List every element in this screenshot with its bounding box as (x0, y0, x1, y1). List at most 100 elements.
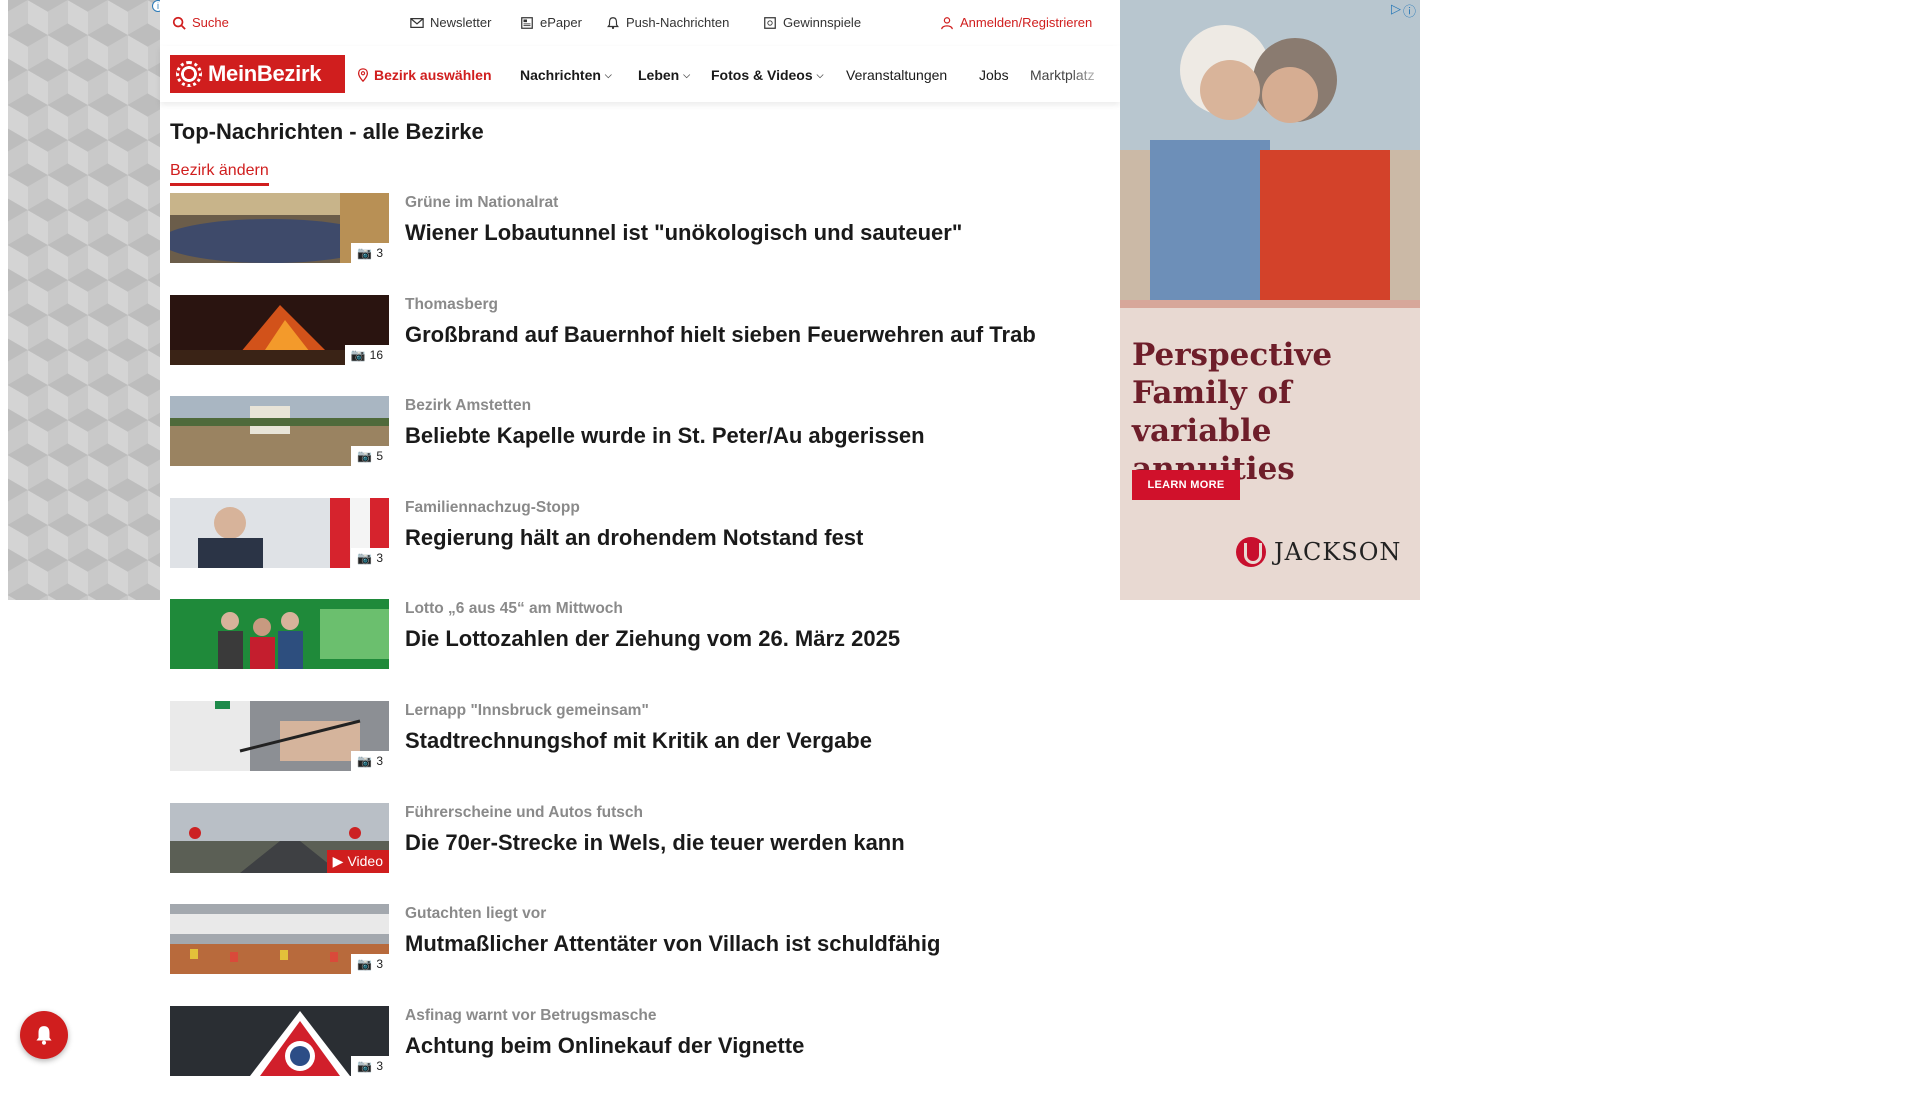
images-icon: 📷 (357, 550, 373, 565)
main-column: Suche Newsletter ePaper Push-Nachrichten… (160, 0, 1120, 1080)
video-badge: ▶ Video (326, 849, 389, 873)
images-icon: 📷 (357, 1058, 373, 1073)
images-icon: 📷 (357, 246, 373, 260)
image-count: 3 (376, 1058, 383, 1073)
newsletter-label: Newsletter (430, 15, 492, 30)
article-kicker: Thomasberg (405, 295, 499, 313)
article-headline[interactable]: Stadtrechnungshof mit Kritik an der Verg… (405, 728, 872, 754)
nav-fotos-videos[interactable]: Fotos & Videos ⌵ (711, 67, 823, 83)
article-headline[interactable]: Beliebte Kapelle wurde in St. Peter/Au a… (405, 423, 925, 449)
article-item[interactable]: 📷 5 Bezirk Amstetten Beliebte Kapelle wur… (170, 396, 1110, 498)
article-thumbnail[interactable]: 📷 3 (170, 904, 389, 975)
image-count-badge: 📷 3 (351, 954, 389, 975)
article-kicker: Lotto „6 aus 45“ am Mittwoch (405, 600, 623, 618)
newspaper-icon (521, 16, 533, 29)
bezirk-select[interactable]: Bezirk auswählen (356, 67, 492, 83)
article-headline[interactable]: Mutmaßlicher Attentäter von Villach ist … (405, 931, 940, 957)
image-count: 3 (376, 246, 383, 260)
adchoices-play-icon: ▷ (1390, 1, 1401, 16)
article-headline[interactable]: Die Lottozahlen der Ziehung vom 26. März… (405, 626, 900, 652)
article-item[interactable]: ▶ Video Führerscheine und Autos futsch Di… (170, 802, 1110, 905)
article-item[interactable]: 📷 16 Thomasberg Großbrand auf Bauernhof h… (170, 294, 1110, 397)
article-kicker: Bezirk Amstetten (405, 397, 532, 415)
right-display-ad[interactable]: ▷ ⓘ Perspective Family of variable annuit… (1120, 0, 1420, 600)
article-thumbnail[interactable]: 📷 5 (170, 396, 389, 467)
ad-choices[interactable]: ▷ ⓘ (1391, 1, 1416, 20)
logo-text: MeinBezirk (208, 61, 322, 86)
article-item[interactable]: 📷 3 Lernapp "Innsbruck gemeinsam" Stadtre… (170, 700, 1110, 803)
change-bezirk-link[interactable]: Bezirk ändern (170, 162, 269, 186)
image-count-badge: 📷 16 (344, 344, 389, 365)
left-skin-ad[interactable]: i (8, 0, 164, 600)
article-thumbnail[interactable]: 📷 3 (170, 497, 389, 568)
nav-nachrichten-label: Nachrichten (520, 67, 601, 83)
gewinnspiele-label: Gewinnspiele (783, 15, 862, 30)
jackson-logo-icon (1236, 537, 1266, 567)
article-kicker: Lernapp "Innsbruck gemeinsam" (405, 701, 649, 719)
ad-couple-image (1120, 0, 1420, 308)
epaper-link[interactable]: ePaper (520, 15, 582, 30)
nav-leben[interactable]: Leben ⌵ (638, 67, 690, 83)
image-count-badge: 📷 3 (351, 750, 389, 771)
ad-brand-logo: JACKSON (1236, 537, 1401, 567)
article-headline[interactable]: Die 70er-Strecke in Wels, die teuer werd… (405, 830, 905, 856)
newsletter-link[interactable]: Newsletter (410, 15, 491, 30)
article-kicker: Familiennachzug-Stopp (405, 498, 580, 516)
image-count: 16 (369, 347, 383, 362)
ad-learn-more-button[interactable]: LEARN MORE (1132, 470, 1240, 500)
article-thumbnail[interactable]: 📷 3 (170, 193, 389, 263)
article-headline[interactable]: Regierung hält an drohendem Notstand fes… (405, 525, 863, 551)
ad-photo (1120, 0, 1420, 308)
image-count: 3 (376, 957, 383, 972)
image-count-badge: 📷 5 (351, 446, 389, 467)
article-kicker: Grüne im Nationalrat (405, 194, 559, 211)
nav-jobs[interactable]: Jobs (979, 67, 1009, 83)
gift-icon (764, 16, 776, 29)
image-count-badge: 📷 3 (351, 243, 389, 263)
user-icon (941, 16, 953, 29)
chevron-down-icon: ⌵ (604, 69, 612, 80)
meinbezirk-logo[interactable]: MeinBezirk (170, 55, 345, 93)
nav-leben-label: Leben (638, 67, 680, 83)
push-label: Push-Nachrichten (626, 15, 730, 30)
bell-icon (36, 1026, 52, 1045)
article-item[interactable]: 📷 3 Familiennachzug-Stopp Regierung hält … (170, 497, 1110, 600)
login-link[interactable]: Anmelden/Registrieren (940, 15, 1092, 30)
article-item[interactable]: 📷 3 Grüne im Nationalrat Wiener Lobautunn… (170, 193, 1110, 295)
article-thumbnail[interactable]: 📷 3 (170, 700, 389, 771)
gewinnspiele-link[interactable]: Gewinnspiele (763, 15, 861, 30)
epaper-label: ePaper (540, 15, 582, 30)
images-icon: 📷 (357, 449, 373, 464)
nav-nachrichten[interactable]: Nachrichten ⌵ (520, 67, 612, 83)
top-utility-bar: Suche Newsletter ePaper Push-Nachrichten… (160, 0, 1120, 46)
bell-icon (607, 16, 619, 29)
image-count: 3 (376, 753, 383, 768)
nav-veranstaltungen[interactable]: Veranstaltungen (846, 67, 947, 83)
video-label: Video (347, 853, 383, 870)
play-icon: ▶ (332, 852, 344, 869)
login-label: Anmelden/Registrieren (960, 15, 1093, 30)
map-pin-icon (357, 68, 369, 82)
images-icon: 📷 (350, 347, 366, 362)
search-label: Suche (192, 15, 229, 30)
article-headline[interactable]: Achtung beim Onlinekauf der Vignette (405, 1033, 804, 1059)
article-thumbnail[interactable]: ▶ Video (170, 802, 389, 873)
article-item[interactable]: 📷 3 Asfinag warnt vor Betrugsmasche Achtu… (170, 1005, 1110, 1107)
push-notifications-link[interactable]: Push-Nachrichten (606, 15, 729, 30)
article-headline[interactable]: Großbrand auf Bauernhof hielt sieben Feu… (405, 322, 1036, 348)
article-thumbnail[interactable]: 📷 16 (170, 294, 389, 365)
article-headline[interactable]: Wiener Lobautunnel ist "unökologisch und… (405, 220, 962, 246)
notification-bell-button[interactable] (20, 1011, 68, 1059)
article-item[interactable]: 📷 3 Gutachten liegt vor Mutmaßlicher Atte… (170, 904, 1110, 1006)
mail-icon (410, 17, 424, 28)
article-thumbnail[interactable] (170, 599, 389, 670)
image-count: 5 (376, 449, 383, 464)
nav-veranstaltungen-label: Veranstaltungen (846, 67, 948, 83)
logo-burst-icon (176, 61, 202, 87)
ad-brand-name: JACKSON (1274, 538, 1402, 566)
search-link[interactable]: Suche (172, 15, 229, 30)
article-thumbnail[interactable]: 📷 3 (170, 1005, 389, 1076)
image-count: 3 (376, 550, 383, 565)
bezirk-select-label: Bezirk auswählen (374, 67, 492, 83)
article-item[interactable]: Lotto „6 aus 45“ am Mittwoch Die Lottoza… (170, 599, 1110, 701)
